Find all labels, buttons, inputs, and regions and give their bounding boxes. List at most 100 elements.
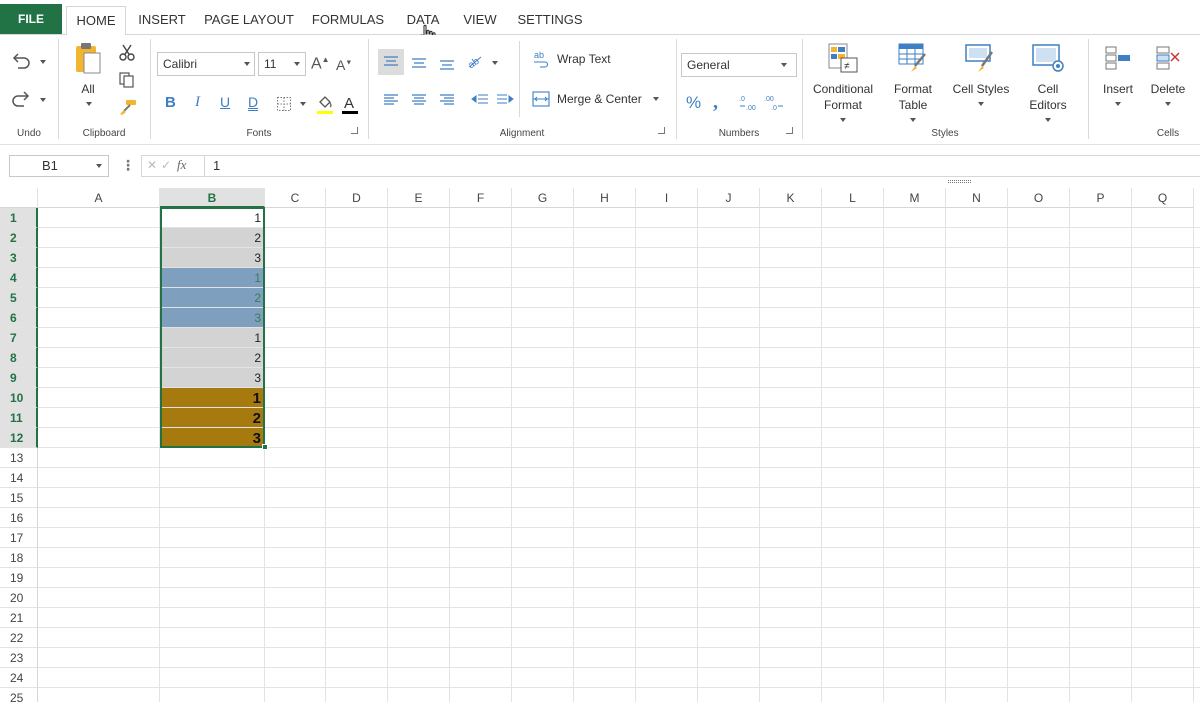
- row-header-17[interactable]: 17: [0, 528, 38, 548]
- cell-editors-caret[interactable]: [1045, 118, 1051, 122]
- font-color-icon[interactable]: A: [341, 93, 359, 115]
- align-top-button[interactable]: [378, 49, 404, 75]
- bold-icon[interactable]: B: [165, 94, 176, 111]
- formula-bar-resize-handle[interactable]: [948, 180, 971, 183]
- conditional-format-icon[interactable]: ≠: [827, 42, 859, 74]
- cell-styles-caret[interactable]: [978, 102, 984, 106]
- format-table-label[interactable]: Format Table: [883, 81, 943, 113]
- italic-icon[interactable]: I: [195, 94, 200, 111]
- row-header-21[interactable]: 21: [0, 608, 38, 628]
- decrease-font-icon[interactable]: A▼: [336, 57, 352, 73]
- comma-style-icon[interactable]: ,: [713, 91, 718, 114]
- cell-styles-label[interactable]: Cell Styles: [947, 81, 1015, 97]
- row-header-20[interactable]: 20: [0, 588, 38, 608]
- fill-handle[interactable]: [262, 444, 268, 450]
- delete-label[interactable]: Delete: [1146, 81, 1190, 97]
- row-header-16[interactable]: 16: [0, 508, 38, 528]
- name-box[interactable]: B1: [9, 155, 109, 177]
- row-header-2[interactable]: 2: [0, 228, 38, 248]
- column-header-n[interactable]: N: [946, 188, 1008, 208]
- paste-icon[interactable]: [74, 41, 102, 75]
- row-header-6[interactable]: 6: [0, 308, 38, 328]
- insert-label[interactable]: Insert: [1096, 81, 1140, 97]
- percent-icon[interactable]: %: [686, 93, 701, 113]
- row-header-5[interactable]: 5: [0, 288, 38, 308]
- format-painter-icon[interactable]: [118, 98, 138, 116]
- row-header-25[interactable]: 25: [0, 688, 38, 702]
- function-icon[interactable]: fx: [177, 157, 186, 173]
- column-header-f[interactable]: F: [450, 188, 512, 208]
- row-header-12[interactable]: 12: [0, 428, 38, 448]
- column-header-g[interactable]: G: [512, 188, 574, 208]
- row-header-3[interactable]: 3: [0, 248, 38, 268]
- column-header-k[interactable]: K: [760, 188, 822, 208]
- tab-file[interactable]: FILE: [0, 4, 62, 34]
- column-header-o[interactable]: O: [1008, 188, 1070, 208]
- font-name-caret[interactable]: [244, 62, 250, 66]
- column-header-b[interactable]: B: [160, 188, 265, 208]
- number-format-select[interactable]: General: [681, 53, 797, 77]
- copy-icon[interactable]: [118, 71, 136, 89]
- cell-styles-icon[interactable]: [964, 42, 996, 74]
- row-header-15[interactable]: 15: [0, 488, 38, 508]
- fill-color-icon[interactable]: [316, 93, 334, 115]
- column-header-e[interactable]: E: [388, 188, 450, 208]
- row-header-9[interactable]: 9: [0, 368, 38, 388]
- font-size-caret[interactable]: [294, 62, 300, 66]
- confirm-icon[interactable]: ✓: [161, 158, 171, 172]
- merge-center-icon[interactable]: [531, 89, 551, 109]
- row-header-10[interactable]: 10: [0, 388, 38, 408]
- wrap-text-label[interactable]: Wrap Text: [557, 51, 611, 67]
- cell-editors-icon[interactable]: [1031, 42, 1065, 74]
- paste-dropdown-caret[interactable]: [86, 102, 92, 106]
- borders-caret[interactable]: [300, 102, 306, 106]
- increase-font-icon[interactable]: A▲: [311, 55, 330, 73]
- row-header-11[interactable]: 11: [0, 408, 38, 428]
- align-bottom-icon[interactable]: [434, 49, 460, 75]
- tab-view[interactable]: VIEW: [458, 6, 502, 35]
- align-left-icon[interactable]: [378, 87, 404, 113]
- column-header-i[interactable]: I: [636, 188, 698, 208]
- row-header-22[interactable]: 22: [0, 628, 38, 648]
- row-header-13[interactable]: 13: [0, 448, 38, 468]
- align-center-icon[interactable]: [406, 87, 432, 113]
- column-header-c[interactable]: C: [265, 188, 326, 208]
- cut-icon[interactable]: [118, 44, 136, 62]
- cell-editors-label[interactable]: Cell Editors: [1018, 81, 1078, 113]
- merge-center-caret[interactable]: [653, 97, 659, 101]
- column-header-h[interactable]: H: [574, 188, 636, 208]
- orientation-caret[interactable]: [492, 61, 498, 65]
- format-table-icon[interactable]: [897, 42, 929, 74]
- column-header-p[interactable]: P: [1070, 188, 1132, 208]
- undo-icon[interactable]: [10, 52, 32, 70]
- row-header-23[interactable]: 23: [0, 648, 38, 668]
- redo-dropdown-caret[interactable]: [40, 98, 46, 102]
- row-header-24[interactable]: 24: [0, 668, 38, 688]
- increase-indent-icon[interactable]: [492, 87, 518, 113]
- column-header-j[interactable]: J: [698, 188, 760, 208]
- row-header-4[interactable]: 4: [0, 268, 38, 288]
- paste-all-label[interactable]: All: [74, 81, 102, 97]
- more-options-icon[interactable]: ⋮: [121, 155, 135, 175]
- select-all-corner[interactable]: [0, 188, 38, 208]
- formula-input[interactable]: 1: [204, 155, 1200, 177]
- borders-icon[interactable]: [276, 96, 292, 112]
- row-header-1[interactable]: 1: [0, 208, 38, 228]
- row-header-7[interactable]: 7: [0, 328, 38, 348]
- tab-insert[interactable]: INSERT: [134, 6, 190, 35]
- decrease-decimal-icon[interactable]: .00.0: [763, 93, 785, 113]
- wrap-text-icon[interactable]: ab: [531, 49, 551, 69]
- name-box-caret[interactable]: [96, 164, 102, 168]
- tab-page-layout[interactable]: PAGE LAYOUT: [202, 6, 296, 35]
- double-underline-icon[interactable]: D: [248, 94, 258, 110]
- row-header-8[interactable]: 8: [0, 348, 38, 368]
- underline-icon[interactable]: U: [220, 94, 230, 110]
- format-table-caret[interactable]: [910, 118, 916, 122]
- increase-decimal-icon[interactable]: .0.00: [738, 93, 760, 113]
- delete-cells-icon[interactable]: [1155, 45, 1181, 71]
- tab-formulas[interactable]: FORMULAS: [308, 6, 388, 35]
- cancel-icon[interactable]: ✕: [147, 158, 157, 172]
- align-middle-icon[interactable]: [406, 49, 432, 75]
- text-orientation-icon[interactable]: ab: [465, 51, 485, 71]
- insert-caret[interactable]: [1115, 102, 1121, 106]
